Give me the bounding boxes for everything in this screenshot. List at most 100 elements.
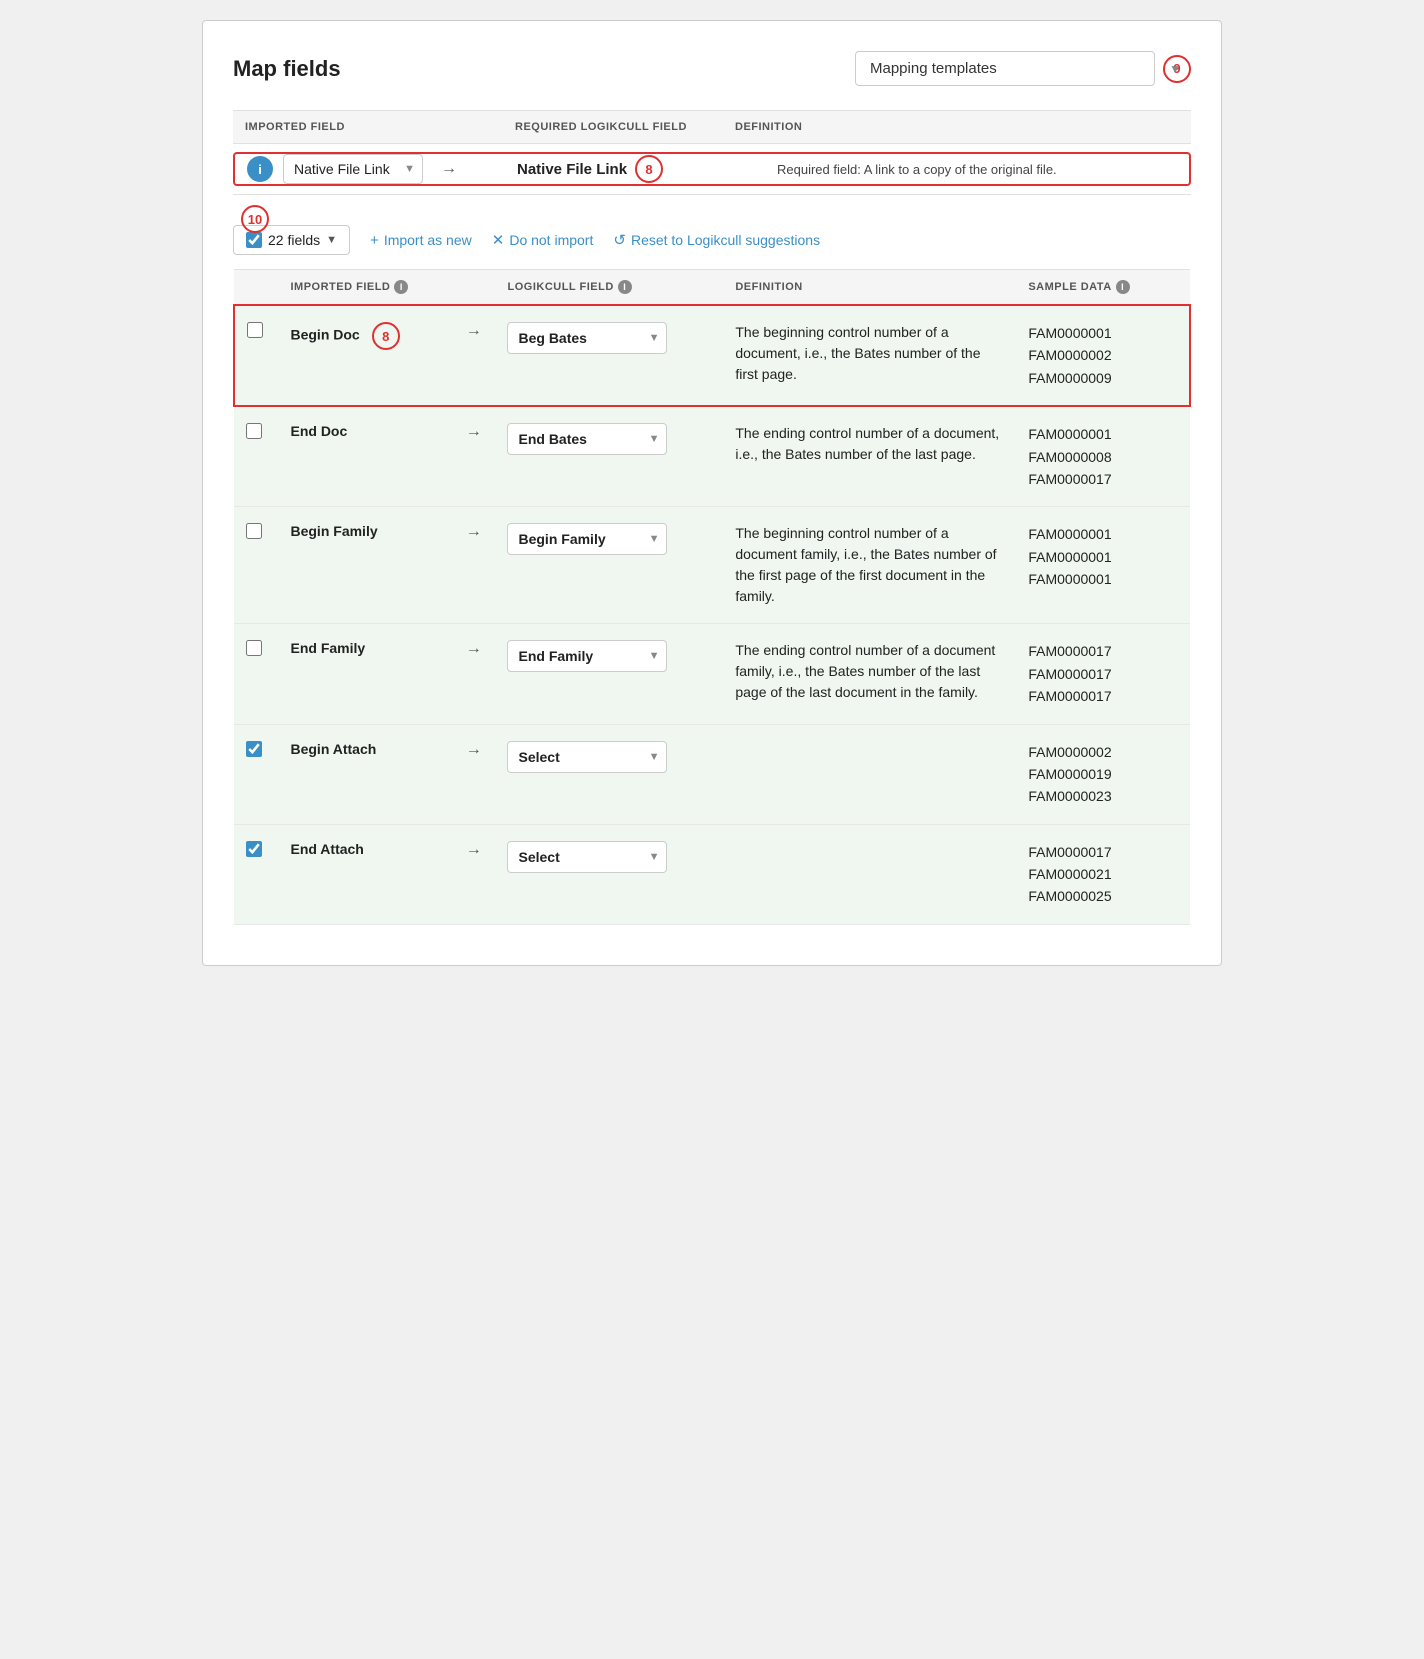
imported-field-cell: Begin Family xyxy=(278,507,452,624)
row-badge: 8 xyxy=(372,322,400,350)
page-container: Map fields Mapping templates ▼ 9 IMPORTE… xyxy=(202,20,1222,966)
controls-row: 22 fields ▼ + Import as new ✕ Do not imp… xyxy=(233,225,1191,255)
x-icon: ✕ xyxy=(492,231,505,249)
logikcull-field-select[interactable]: Select xyxy=(507,741,667,773)
table-row: End Family→End Family▼The ending control… xyxy=(234,624,1190,724)
row-arrow-icon: → xyxy=(466,322,482,339)
mapping-templates-badge: 9 xyxy=(1163,55,1191,83)
row-arrow-icon: → xyxy=(466,523,482,540)
required-arrow-icon: → xyxy=(441,160,457,178)
imported-field-cell: Begin Doc 8 xyxy=(278,305,452,406)
imported-field-info-icon: i xyxy=(394,280,408,294)
row-checkbox[interactable] xyxy=(246,841,262,857)
th-checkbox xyxy=(234,270,278,306)
table-row: Begin Attach→Select▼FAM0000002FAM0000019… xyxy=(234,724,1190,824)
row-checkbox-cell xyxy=(234,406,278,507)
page-header: Map fields Mapping templates ▼ 9 xyxy=(233,51,1191,86)
table-row: Begin Family → Begin Family▼ The beginning … xyxy=(234,507,1190,624)
sample-data-cell: FAM0000017FAM0000021FAM0000025 xyxy=(1016,824,1190,924)
logikcull-field-select[interactable]: Beg Bates xyxy=(507,322,667,354)
imported-field-select[interactable]: Native File Link xyxy=(283,154,423,184)
logikcull-field-cell: End Bates▼ xyxy=(495,406,723,507)
row-checkbox[interactable] xyxy=(246,741,262,757)
row-arrow-icon: → xyxy=(466,640,482,657)
row-arrow-icon: → xyxy=(466,423,482,440)
imported-field-name: Begin Doc xyxy=(290,327,359,343)
fields-checkbox[interactable] xyxy=(246,232,262,248)
required-col-logikcull: REQUIRED LOGIKCULL FIELD xyxy=(503,121,723,133)
row-checkbox-cell xyxy=(234,507,278,624)
row-checkbox-cell xyxy=(234,305,278,406)
logikcull-field-cell: Beg Bates▼ xyxy=(495,305,723,406)
sample-data-cell: FAM0000002FAM0000019FAM0000023 xyxy=(1016,724,1190,824)
row-arrow-cell: → xyxy=(452,624,495,724)
th-sample-data: SAMPLE DATA i xyxy=(1016,270,1190,306)
required-field-row: i Native File Link ▼ → Native File Link … xyxy=(233,152,1191,186)
sample-data-cell: FAM0000017FAM0000017FAM0000017 xyxy=(1016,624,1190,724)
row-checkbox-cell xyxy=(234,724,278,824)
logikcull-field-cell: Begin Family▼ xyxy=(495,507,723,624)
logikcull-select-wrapper: End Bates▼ xyxy=(507,423,667,455)
row-checkbox[interactable] xyxy=(247,322,263,338)
logikcull-select-wrapper: Select▼ xyxy=(507,741,667,773)
imported-field-name: End Attach xyxy=(290,841,363,857)
sample-data-cell: FAM0000001FAM0000001FAM0000001 xyxy=(1016,507,1190,624)
required-field-section: IMPORTED FIELD REQUIRED LOGIKCULL FIELD … xyxy=(233,110,1191,195)
logikcull-select-wrapper: Beg Bates▼ xyxy=(507,322,667,354)
reset-button[interactable]: ↺ Reset to Logikcull suggestions xyxy=(613,231,820,249)
required-col-imported: IMPORTED FIELD xyxy=(233,121,503,133)
th-imported-field: IMPORTED FIELD i xyxy=(278,270,452,306)
reset-icon: ↺ xyxy=(613,231,626,249)
required-header: IMPORTED FIELD REQUIRED LOGIKCULL FIELD … xyxy=(233,111,1191,144)
row-checkbox[interactable] xyxy=(246,640,262,656)
controls-section: 10 22 fields ▼ + Import as new ✕ Do not … xyxy=(233,225,1191,255)
required-col-definition: DEFINITION xyxy=(723,121,1191,133)
imported-field-cell: End Attach xyxy=(278,824,452,924)
definition-cell: The ending control number of a document,… xyxy=(723,406,1016,507)
do-not-import-label: Do not import xyxy=(509,232,593,248)
imported-field-name: End Family xyxy=(290,640,365,656)
mapping-table: IMPORTED FIELD i LOGIKCULL FIELD i DEFIN… xyxy=(233,269,1191,925)
sample-data-info-icon: i xyxy=(1116,280,1130,294)
row-arrow-icon: → xyxy=(466,841,482,858)
table-row: End Attach → Select▼ FAM0000017FAM0000021FA… xyxy=(234,824,1190,924)
required-field-name: Native File Link xyxy=(517,161,627,178)
table-row: Begin Doc8→Beg Bates▼The beginning contr… xyxy=(234,305,1190,406)
row-checkbox[interactable] xyxy=(246,423,262,439)
required-field-middle: Native File Link 8 xyxy=(505,155,765,183)
logikcull-select-wrapper: Begin Family▼ xyxy=(507,523,667,555)
sample-data-cell: FAM0000001FAM0000002FAM0000009 xyxy=(1016,305,1190,406)
logikcull-field-select[interactable]: Begin Family xyxy=(507,523,667,555)
badge-10: 10 xyxy=(241,205,269,233)
logikcull-field-cell: Select▼ xyxy=(495,824,723,924)
row-arrow-icon: → xyxy=(466,741,482,758)
definition-cell: The beginning control number of a docume… xyxy=(723,507,1016,624)
info-icon: i xyxy=(247,156,273,182)
logikcull-field-select[interactable]: End Family xyxy=(507,640,667,672)
row-checkbox-cell xyxy=(234,824,278,924)
definition-cell xyxy=(723,724,1016,824)
logikcull-select-wrapper: End Family▼ xyxy=(507,640,667,672)
logikcull-field-info-icon: i xyxy=(618,280,632,294)
imported-field-name: Begin Family xyxy=(290,523,377,539)
import-as-new-button[interactable]: + Import as new xyxy=(370,232,472,249)
logikcull-field-select[interactable]: Select xyxy=(507,841,667,873)
th-logikcull-field: LOGIKCULL FIELD i xyxy=(495,270,723,306)
row-checkbox[interactable] xyxy=(246,523,262,539)
page-title: Map fields xyxy=(233,56,341,82)
fields-dropdown-chevron-icon: ▼ xyxy=(326,234,337,246)
row-arrow-cell: → xyxy=(452,507,495,624)
mapping-templates-select[interactable]: Mapping templates xyxy=(855,51,1155,86)
row-arrow-cell: → xyxy=(452,724,495,824)
required-field-left: i Native File Link ▼ → xyxy=(235,154,505,184)
mapping-templates-wrapper: Mapping templates ▼ 9 xyxy=(855,51,1191,86)
logikcull-field-select[interactable]: End Bates xyxy=(507,423,667,455)
fields-count: 22 fields xyxy=(268,232,320,248)
import-as-new-label: Import as new xyxy=(384,232,472,248)
definition-cell xyxy=(723,824,1016,924)
row-arrow-cell: → xyxy=(452,305,495,406)
imported-field-cell: End Family xyxy=(278,624,452,724)
logikcull-select-wrapper: Select▼ xyxy=(507,841,667,873)
do-not-import-button[interactable]: ✕ Do not import xyxy=(492,231,594,249)
logikcull-field-cell: End Family▼ xyxy=(495,624,723,724)
